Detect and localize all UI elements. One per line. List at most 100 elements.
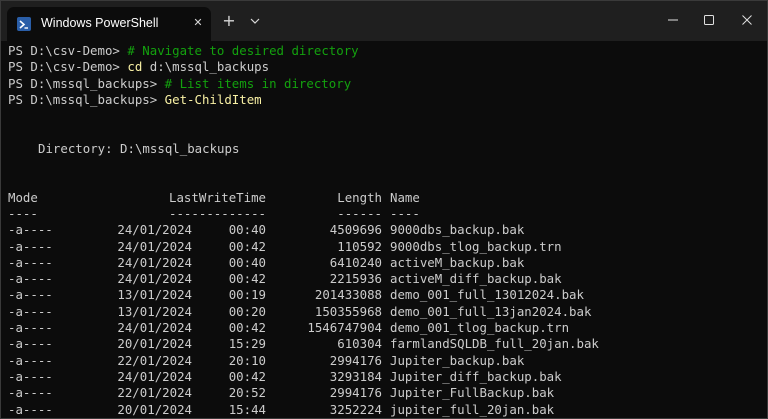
- cell-date: 24/01/2024: [117, 368, 192, 384]
- cell-name: Jupiter_diff_backup.bak: [390, 368, 562, 384]
- prompt: PS D:\mssql_backups>: [8, 75, 165, 91]
- cell-mode: -a----: [8, 303, 53, 319]
- cell-name: 9000dbs_tlog_backup.trn: [390, 238, 562, 254]
- table-row: -a---- 13/01/2024 00:20 150355968 demo_001_f…: [8, 304, 767, 320]
- cell-time: 00:42: [228, 368, 266, 384]
- tab-close-icon[interactable]: ✕: [191, 16, 205, 30]
- underline-lastwritetime: -------------: [169, 205, 266, 221]
- cell-length: 6410240: [329, 254, 382, 270]
- cell-time: 00:40: [228, 222, 266, 238]
- cell-time: 20:52: [228, 385, 266, 401]
- comment: # List items in directory: [164, 75, 352, 91]
- table-row: -a---- 24/01/2024 00:42 110592 9000dbs_tlog_…: [8, 239, 767, 255]
- table-row: -a---- 24/01/2024 00:40 6410240 activeM_back…: [8, 255, 767, 271]
- cell-name: demo_001_tlog_backup.trn: [390, 320, 570, 336]
- cell-mode: -a----: [8, 271, 53, 287]
- cell-name: demo_001_full_13012024.bak: [390, 287, 584, 303]
- cell-time: 15:29: [228, 336, 266, 352]
- underline-length: ------: [337, 205, 382, 221]
- cell-time: 20:10: [228, 352, 266, 368]
- command: cd: [127, 59, 143, 75]
- cell-mode: -a----: [8, 287, 53, 303]
- prompt: PS D:\csv-Demo>: [8, 43, 128, 58]
- cell-mode: -a----: [8, 385, 53, 401]
- minimize-button[interactable]: [653, 7, 693, 33]
- cell-date: 22/01/2024: [117, 352, 192, 368]
- cell-time: 00:42: [228, 320, 266, 336]
- header-lastwritetime: LastWriteTime: [169, 189, 266, 205]
- cell-date: 22/01/2024: [117, 385, 192, 401]
- cell-time: 00:19: [228, 287, 266, 303]
- cell-time: 00:40: [228, 254, 266, 270]
- cell-name: jupiter_full_20jan.bak: [390, 401, 555, 417]
- cell-time: 00:42: [228, 238, 266, 254]
- cell-length: 3293184: [329, 368, 382, 384]
- cell-length: 2994176: [329, 385, 382, 401]
- comment: # Navigate to desired directory: [127, 43, 359, 58]
- table-row: -a---- 22/01/2024 20:10 2994176 Jupiter_back…: [8, 353, 767, 369]
- table-header-underline: ---- ------------- ------ ----: [8, 206, 767, 222]
- close-icon: [742, 15, 752, 25]
- underline-name: ----: [390, 205, 420, 221]
- prompt: PS D:\mssql_backups>: [8, 91, 165, 107]
- underline-mode: ----: [8, 205, 38, 221]
- tab-title: Windows PowerShell: [41, 16, 159, 30]
- cell-mode: -a----: [8, 222, 53, 238]
- cell-name: Jupiter_FullBackup.bak: [390, 385, 555, 401]
- cell-length: 150355968: [314, 303, 382, 319]
- cell-name: activeM_diff_backup.bak: [390, 271, 562, 287]
- table-header: Mode LastWriteTime Length Name: [8, 190, 767, 206]
- cell-date: 13/01/2024: [117, 287, 192, 303]
- cell-mode: -a----: [8, 368, 53, 384]
- tab-windows-powershell[interactable]: Windows PowerShell ✕: [7, 7, 211, 41]
- console-output[interactable]: PS D:\csv-Demo> # Navigate to desired di…: [1, 41, 767, 418]
- cell-length: 2994176: [329, 352, 382, 368]
- cell-name: Jupiter_backup.bak: [390, 352, 525, 368]
- maximize-button[interactable]: [689, 7, 729, 33]
- maximize-icon: [704, 15, 714, 25]
- prompt: PS D:\csv-Demo>: [8, 59, 128, 75]
- table-row: -a---- 13/01/2024 00:19 201433088 demo_001_f…: [8, 287, 767, 303]
- cell-name: activeM_backup.bak: [390, 254, 525, 270]
- cell-length: 1546747904: [307, 320, 382, 336]
- cell-mode: -a----: [8, 336, 53, 352]
- cell-mode: -a----: [8, 352, 53, 368]
- table-row: -a---- 20/01/2024 15:29 610304 farmlandSQLDB…: [8, 336, 767, 352]
- table-row: -a---- 20/01/2024 15:44 3252224 jupiter_full…: [8, 402, 767, 418]
- powershell-icon: [17, 17, 31, 31]
- cell-date: 24/01/2024: [117, 238, 192, 254]
- cell-length: 3252224: [329, 401, 382, 417]
- cell-mode: -a----: [8, 238, 53, 254]
- cell-length: 4509696: [329, 222, 382, 238]
- header-mode: Mode: [8, 189, 38, 205]
- directory-line: Directory: D:\mssql_backups: [38, 140, 240, 156]
- table-row: -a---- 24/01/2024 00:42 3293184 Jupiter_diff…: [8, 369, 767, 385]
- terminal-window: Windows PowerShell ✕ + PS D:\csv-Demo> #…: [0, 0, 768, 419]
- cell-date: 20/01/2024: [117, 336, 192, 352]
- cell-date: 24/01/2024: [117, 254, 192, 270]
- cell-date: 20/01/2024: [117, 401, 192, 417]
- table-row: -a---- 24/01/2024 00:40 4509696 9000dbs_back…: [8, 222, 767, 238]
- close-window-button[interactable]: [727, 7, 767, 33]
- table-row: -a---- 22/01/2024 20:52 2994176 Jupiter_Full…: [8, 385, 767, 401]
- cell-mode: -a----: [8, 254, 53, 270]
- cell-time: 00:42: [228, 271, 266, 287]
- header-length: Length: [337, 189, 382, 205]
- cell-name: 9000dbs_backup.bak: [390, 222, 525, 238]
- cell-length: 201433088: [314, 287, 382, 303]
- console-line: PS D:\csv-Demo> # Navigate to desired di…: [8, 43, 767, 59]
- cell-mode: -a----: [8, 401, 53, 417]
- command-args: d:\mssql_backups: [142, 59, 270, 75]
- cell-name: farmlandSQLDB_full_20jan.bak: [390, 336, 599, 352]
- new-tab-button[interactable]: +: [220, 12, 238, 30]
- command: Get-ChildItem: [164, 91, 262, 107]
- cell-date: 24/01/2024: [117, 320, 192, 336]
- console-line: PS D:\csv-Demo> cd d:\mssql_backups: [8, 59, 767, 75]
- cell-length: 610304: [337, 336, 382, 352]
- console-line: PS D:\mssql_backups> # List items in dir…: [8, 76, 767, 92]
- header-name: Name: [390, 189, 420, 205]
- minimize-icon: [668, 19, 678, 21]
- cell-name: demo_001_full_13jan2024.bak: [390, 303, 592, 319]
- table-row: -a---- 24/01/2024 00:42 1546747904 demo_001_…: [8, 320, 767, 336]
- chevron-down-icon[interactable]: [247, 13, 263, 29]
